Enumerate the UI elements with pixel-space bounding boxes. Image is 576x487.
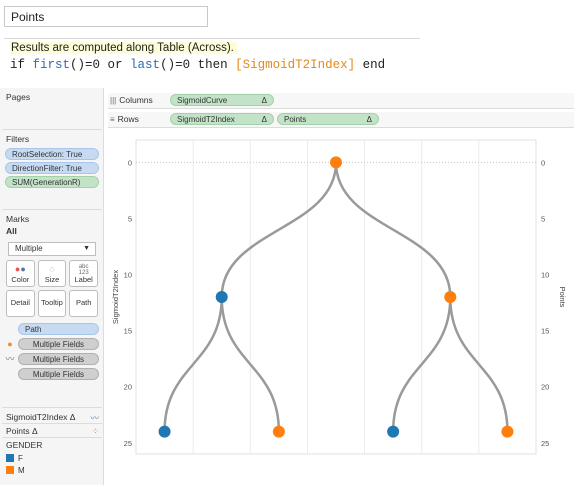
columns-icon: |||	[110, 96, 117, 105]
right-y-tick-label: 0	[541, 158, 545, 167]
legend-swatch-f	[6, 454, 14, 462]
circle-mark-icon: ⁘	[91, 426, 99, 436]
filter-pill-direction[interactable]: DirectionFilter: True	[5, 162, 99, 174]
mark-field-path[interactable]: Path	[18, 322, 99, 335]
mark-type-value: Multiple	[15, 244, 43, 253]
rows-pill-points[interactable]: Points Δ	[277, 113, 379, 125]
path-button[interactable]: Path	[69, 290, 99, 317]
columns-pill-sigmoidcurve[interactable]: SigmoidCurve Δ	[170, 94, 274, 106]
filters-card[interactable]: Filters RootSelection: True DirectionFil…	[2, 132, 102, 210]
legend-title: GENDER	[6, 440, 43, 450]
marks-tab-points[interactable]: Points Δ ⁘	[2, 424, 102, 438]
marks-title: Marks	[6, 214, 30, 224]
label-button[interactable]: abc 123 Label	[69, 260, 99, 287]
point-marker-f	[158, 425, 171, 438]
filter-pill-generation[interactable]: SUM(GenerationR)	[5, 176, 99, 188]
code-field-reference: [SigmoidT2Index]	[235, 58, 356, 72]
detail-button[interactable]: Detail	[6, 290, 35, 317]
right-y-tick-label: 25	[541, 439, 549, 448]
mark-field-multiple-3[interactable]: Multiple Fields	[18, 367, 99, 380]
code-last-function: last	[130, 58, 161, 72]
legend-item-m[interactable]: M	[2, 464, 102, 476]
rows-shelf-label: ≡ Rows	[110, 114, 139, 124]
left-axis-title: SigmoidT2Index	[111, 270, 120, 324]
left-panel: Pages Filters RootSelection: True Direct…	[0, 88, 104, 485]
legend-label-m: M	[18, 465, 25, 475]
color-palette-icon: ●●	[14, 264, 26, 274]
marks-tab-sigmoid[interactable]: SigmoidT2Index Δ 〰	[2, 410, 102, 424]
size-button[interactable]: ◌ Size	[37, 260, 67, 287]
marks-card: Marks All Multiple ▼ ●● Color ◌ Size abc…	[2, 212, 102, 408]
marks-all-tab[interactable]: All	[2, 226, 102, 238]
calculation-name-field[interactable]: Points	[4, 6, 208, 27]
color-icon: ●	[7, 338, 13, 349]
marks-tab-sigmoid-label: SigmoidT2Index Δ 〰	[6, 412, 99, 423]
right-axis-title: Points	[558, 287, 567, 308]
code-end: end	[355, 58, 386, 72]
legend-label-f: F	[18, 453, 23, 463]
tooltip-button-label: Tooltip	[41, 298, 63, 307]
mark-type-dropdown[interactable]: Multiple ▼	[8, 242, 96, 256]
right-y-tick-label: 15	[541, 327, 549, 336]
rows-icon: ≡	[110, 115, 115, 124]
rows-pill-sigmoidt2index[interactable]: SigmoidT2Index Δ	[170, 113, 274, 125]
legend-swatch-m	[6, 466, 14, 474]
right-y-tick-label: 20	[541, 383, 549, 392]
left-y-tick-label: 10	[124, 271, 132, 280]
color-button[interactable]: ●● Color	[6, 260, 35, 287]
left-y-tick-label: 25	[124, 439, 132, 448]
tooltip-button[interactable]: Tooltip	[37, 290, 67, 317]
mark-field-multiple-2[interactable]: Multiple Fields	[18, 352, 99, 365]
size-icon: ◌	[49, 264, 55, 274]
marks-tab-points-label: Points Δ ⁘	[6, 426, 99, 436]
chevron-down-icon: ▼	[83, 245, 90, 252]
columns-shelf[interactable]: ||| Columns SigmoidCurve Δ	[108, 93, 574, 109]
mark-field-multiple-1[interactable]: Multiple Fields	[18, 337, 99, 350]
code-part-a: ()=0 or	[70, 58, 131, 72]
code-if: if	[10, 58, 33, 72]
point-marker-f	[387, 425, 400, 438]
point-marker-m	[444, 291, 457, 303]
left-y-tick-label: 20	[124, 383, 132, 392]
point-marker-m	[272, 425, 285, 438]
left-y-tick-label: 0	[128, 158, 132, 167]
plot-area	[135, 139, 537, 455]
label-button-label: Label	[74, 275, 93, 284]
right-y-tick-label: 10	[541, 271, 549, 280]
left-y-tick-label: 15	[124, 327, 132, 336]
point-marker-m	[330, 156, 342, 169]
calculation-hint: Results are computed along Table (Across…	[10, 42, 237, 54]
columns-shelf-label: ||| Columns	[110, 95, 153, 105]
gender-legend: GENDER F M	[2, 438, 102, 478]
filters-title: Filters	[6, 134, 30, 144]
calculation-formula[interactable]: if first()=0 or last()=0 then [SigmoidT2…	[10, 58, 385, 72]
code-part-b: ()=0 then	[160, 58, 236, 72]
point-marker-f	[215, 291, 228, 303]
legend-item-f[interactable]: F	[2, 452, 102, 464]
size-button-label: Size	[44, 275, 60, 284]
sigmoid-tree-chart[interactable]: 0 0 5 5 10 10 15 15 20 20 25 25 SigmoidT2Index Points	[108, 138, 574, 458]
rows-shelf[interactable]: ≡ Rows SigmoidT2Index Δ Points Δ	[108, 112, 574, 128]
filter-pill-root-selection[interactable]: RootSelection: True	[5, 148, 99, 160]
point-marker-m	[501, 425, 514, 438]
line-mark-icon: 〰	[90, 413, 99, 423]
pages-card[interactable]: Pages	[2, 90, 102, 130]
right-y-tick-label: 5	[541, 215, 545, 224]
pages-title: Pages	[6, 92, 31, 102]
path-button-label: Path	[75, 298, 92, 307]
color-button-label: Color	[11, 275, 30, 284]
left-y-tick-label: 5	[128, 215, 132, 224]
calculation-editor[interactable]: Results are computed along Table (Across…	[4, 38, 420, 72]
detail-button-label: Detail	[10, 298, 30, 307]
code-first-function: first	[32, 58, 71, 72]
path-line-icon: 〰	[5, 354, 15, 364]
